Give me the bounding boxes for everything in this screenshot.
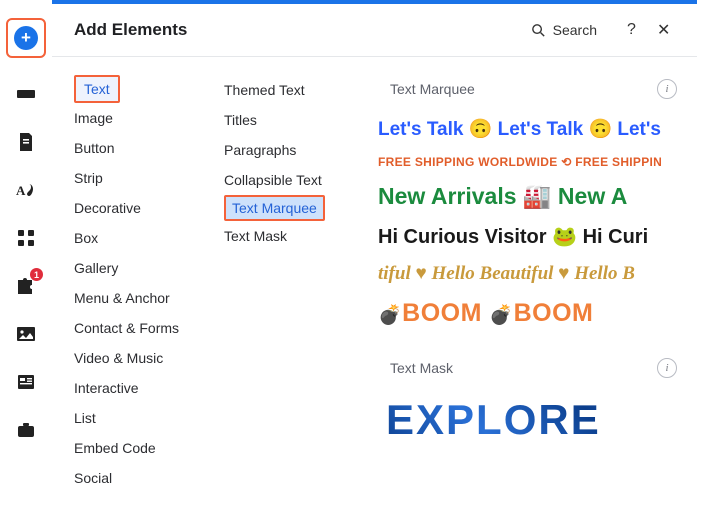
marquee-preset-new-arrivals[interactable]: New Arrivals 🏭 New A [378, 183, 697, 210]
help-button[interactable]: ? [627, 21, 645, 39]
category-item-contact-forms[interactable]: Contact & Forms [52, 313, 210, 343]
page-icon[interactable] [14, 130, 38, 154]
marquee-preset-free-shipping[interactable]: FREE SHIPPING WORLDWIDE ⟲ FREE SHIPPIN [378, 155, 697, 169]
factory-icon: 🏭 [523, 183, 552, 209]
bomb-icon: 💣 [378, 305, 402, 326]
panel-header: Add Elements Search ? ✕ [52, 4, 697, 57]
svg-text:A: A [16, 183, 26, 198]
category-item-gallery[interactable]: Gallery [52, 253, 210, 283]
info-icon[interactable]: i [657, 358, 677, 378]
robot-icon: 🐸 [552, 226, 577, 248]
media-icon[interactable] [14, 322, 38, 346]
section-icon[interactable] [14, 82, 38, 106]
puzzle-icon[interactable]: 1 [14, 274, 38, 298]
section-title: Text Mask [390, 360, 453, 376]
apps-icon[interactable] [14, 226, 38, 250]
marquee-preset-curious-visitor[interactable]: Hi Curious Visitor 🐸 Hi Curi [378, 224, 697, 249]
content-manager-icon[interactable] [14, 370, 38, 394]
search-label: Search [553, 22, 597, 38]
bomb-icon: 💣 [489, 305, 513, 326]
subcategory-item-titles[interactable]: Titles [210, 105, 372, 135]
category-item-list[interactable]: List [52, 403, 210, 433]
marquee-previews: Let's Talk 🙃 Let's Talk 🙃 Let's FREE SHI… [372, 117, 697, 328]
design-icon[interactable]: A [14, 178, 38, 202]
business-icon[interactable] [14, 418, 38, 442]
subcategory-item-text-mask[interactable]: Text Mask [210, 221, 372, 251]
search-icon [530, 22, 547, 39]
text-mask-preset-explore[interactable]: EXPLORE [372, 396, 697, 444]
section-title: Text Marquee [390, 81, 475, 97]
subcategory-item-text-marquee[interactable]: Text Marquee [224, 195, 325, 221]
element-preview-column: Text Marquee i Let's Talk 🙃 Let's Talk 🙃… [372, 57, 697, 510]
category-item-button[interactable]: Button [52, 133, 210, 163]
panel-title: Add Elements [74, 20, 530, 40]
primary-category-list: Text Image Button Strip Decorative Box G… [52, 57, 210, 510]
subcategory-item-themed-text[interactable]: Themed Text [210, 75, 372, 105]
marquee-preset-hello-beautiful[interactable]: tiful ♥ Hello Beautiful ♥ Hello B [378, 263, 697, 285]
category-item-box[interactable]: Box [52, 223, 210, 253]
section-header-mask: Text Mask i [372, 342, 697, 396]
category-item-strip[interactable]: Strip [52, 163, 210, 193]
search-button[interactable]: Search [530, 22, 597, 39]
info-icon[interactable]: i [657, 79, 677, 99]
panel-columns: Text Image Button Strip Decorative Box G… [52, 57, 697, 510]
category-item-decorative[interactable]: Decorative [52, 193, 210, 223]
marquee-preset-lets-talk[interactable]: Let's Talk 🙃 Let's Talk 🙃 Let's [378, 117, 697, 141]
category-item-image[interactable]: Image [52, 103, 210, 133]
category-item-menu-anchor[interactable]: Menu & Anchor [52, 283, 210, 313]
section-header-marquee: Text Marquee i [372, 75, 697, 117]
category-item-text[interactable]: Text [74, 75, 120, 103]
sub-category-list: Themed Text Titles Paragraphs Collapsibl… [210, 57, 372, 510]
notification-badge: 1 [30, 268, 43, 281]
close-button[interactable]: ✕ [657, 20, 675, 40]
marquee-preset-boom[interactable]: 💣BOOM 💣BOOM [378, 299, 697, 328]
subcategory-item-paragraphs[interactable]: Paragraphs [210, 135, 372, 165]
add-elements-panel: Add Elements Search ? ✕ Text Image Butto… [52, 4, 697, 510]
category-item-embed-code[interactable]: Embed Code [52, 433, 210, 463]
add-elements-button[interactable]: + [6, 18, 46, 58]
category-item-video-music[interactable]: Video & Music [52, 343, 210, 373]
category-item-interactive[interactable]: Interactive [52, 373, 210, 403]
subcategory-item-collapsible-text[interactable]: Collapsible Text [210, 165, 372, 195]
plus-icon: + [14, 26, 38, 50]
category-item-social[interactable]: Social [52, 463, 210, 493]
editor-left-toolbar: + A 1 [0, 4, 52, 510]
